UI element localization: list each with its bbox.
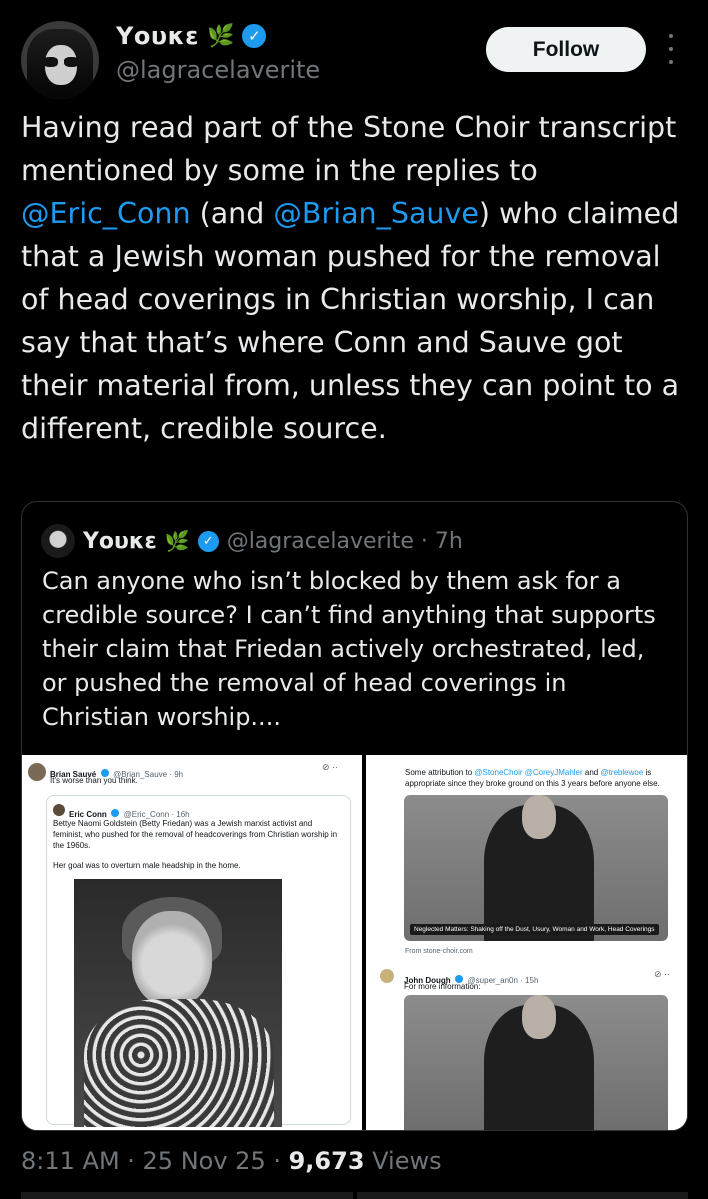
more-options-icon[interactable] bbox=[664, 34, 678, 64]
quoted-author-avatar bbox=[41, 524, 75, 558]
mention-eric-conn[interactable]: @Eric_Conn bbox=[21, 197, 191, 230]
sunglasses bbox=[43, 57, 79, 67]
quoted-tweet-media[interactable]: Brian Sauvé @Brian_Sauve · 9h ⊘ ·· It's … bbox=[22, 755, 687, 1130]
quoted-author-name: Yουκε bbox=[83, 528, 157, 554]
author-avatar[interactable] bbox=[21, 21, 99, 99]
link-card-caption: Neglected Matters: Shaking off the Dust,… bbox=[410, 924, 659, 935]
tweet-text: Having read part of the Stone Choir tran… bbox=[21, 111, 680, 445]
vintage-photo: Neglected Matters: Shaking off the Dust,… bbox=[404, 795, 668, 941]
mention-brian-sauve[interactable]: @Brian_Sauve bbox=[273, 197, 478, 230]
views-count: 9,673 bbox=[288, 1147, 365, 1175]
quoted-author-handle-time: @lagracelaverite · 7h bbox=[226, 528, 463, 554]
grok-icon: ⊘ ·· bbox=[654, 969, 671, 979]
author-handle[interactable]: @lagracelaverite bbox=[116, 56, 320, 84]
tweet-metadata: 8:11 AM · 25 Nov 25 · 9,673 Views bbox=[21, 1147, 442, 1175]
leaf-emoji-icon: 🌿 bbox=[206, 23, 235, 49]
quoted-tweet-card[interactable]: Yουκε 🌿 ✓ @lagracelaverite · 7h Can anyo… bbox=[21, 501, 688, 1131]
leaf-emoji-icon: 🌿 bbox=[164, 529, 190, 553]
media-image-right[interactable]: Some attribution to @StoneChoir @CoreyJM… bbox=[370, 755, 687, 1130]
portrait-photo bbox=[74, 879, 282, 1127]
media-image-left[interactable]: Brian Sauvé @Brian_Sauve · 9h ⊘ ·· It's … bbox=[22, 755, 358, 1130]
verified-badge-icon: ✓ bbox=[197, 530, 219, 552]
follow-button[interactable]: Follow bbox=[486, 27, 646, 72]
divider bbox=[362, 755, 366, 1130]
grok-icon: ⊘ ·· bbox=[322, 762, 339, 772]
views-label: Views bbox=[364, 1147, 442, 1175]
author-display-name[interactable]: Yουκε bbox=[116, 22, 199, 50]
avatar bbox=[28, 763, 46, 781]
verified-badge-icon[interactable]: ✓ bbox=[242, 24, 267, 48]
verified-badge-icon bbox=[111, 808, 120, 817]
quoted-tweet-header: Yουκε 🌿 ✓ @lagracelaverite · 7h bbox=[41, 524, 463, 558]
avatar bbox=[380, 969, 394, 983]
timestamp[interactable]: 8:11 AM · 25 Nov 25 · bbox=[21, 1147, 289, 1175]
quoted-tweet-text: Can anyone who isn’t blocked by them ask… bbox=[42, 567, 656, 731]
next-content-strip bbox=[21, 1192, 688, 1199]
avatar bbox=[53, 804, 65, 816]
author-name-row[interactable]: Yουκε 🌿 ✓ bbox=[116, 22, 267, 50]
vintage-photo bbox=[404, 995, 668, 1130]
